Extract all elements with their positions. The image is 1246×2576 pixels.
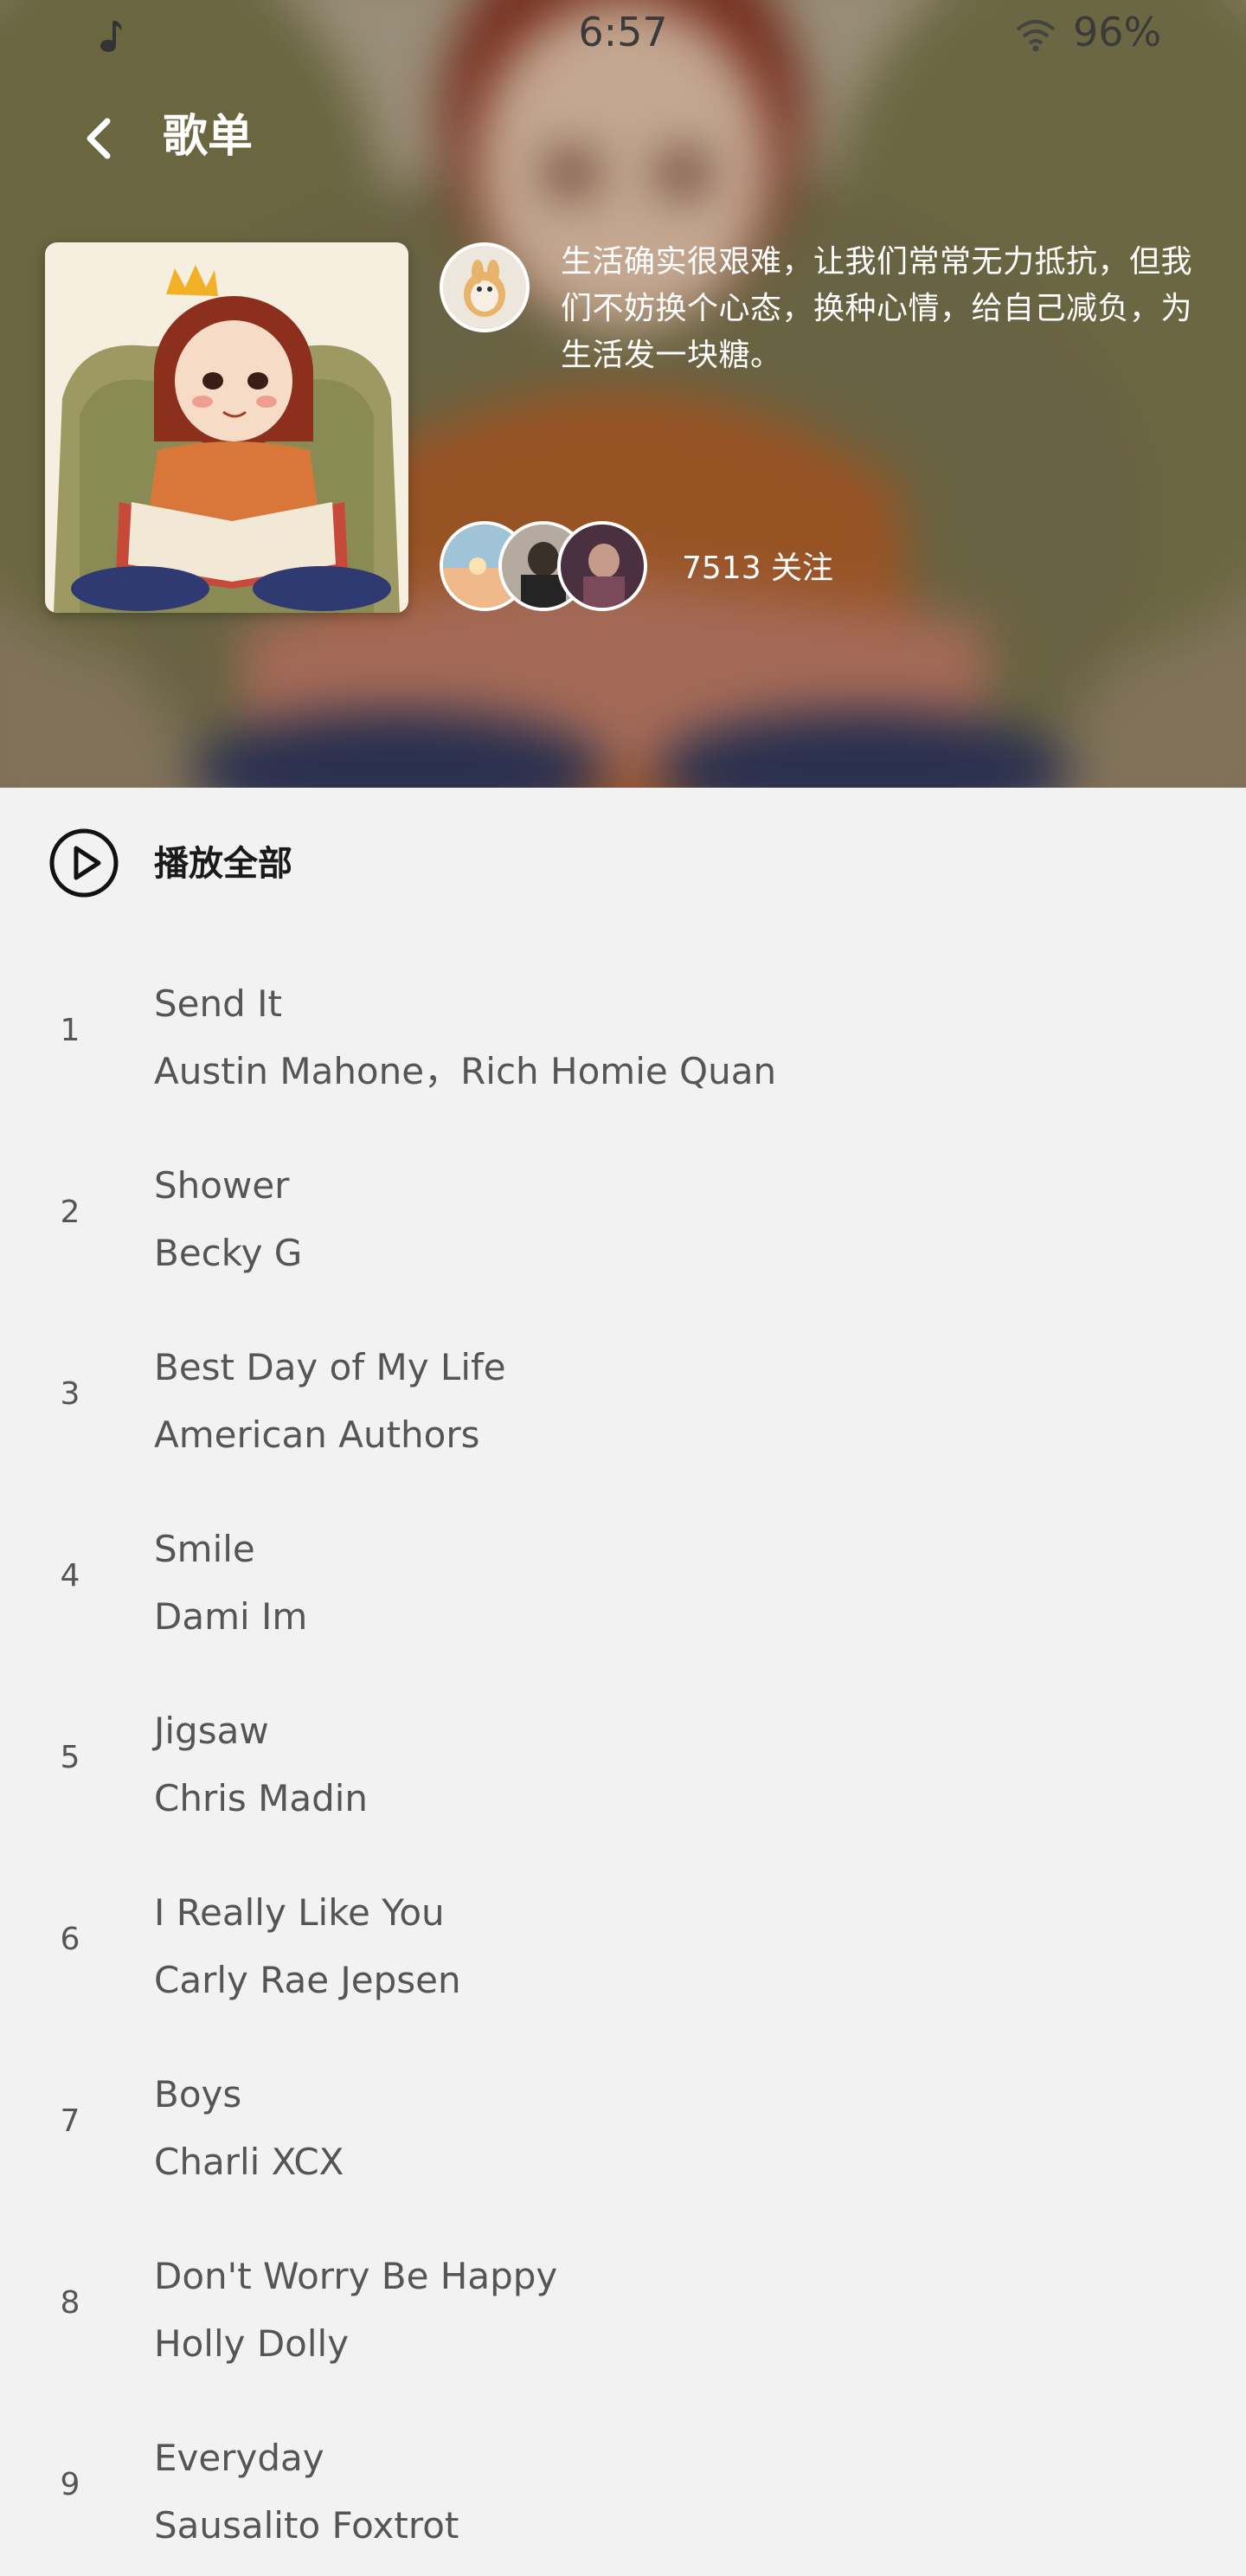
song-title: Send It [154, 982, 282, 1025]
song-row[interactable]: 5 Jigsaw Chris Madin [0, 1667, 1246, 1849]
song-index: 7 [60, 2103, 80, 2139]
song-row[interactable]: 1 Send It Austin Mahone，Rich Homie Quan [0, 940, 1246, 1122]
song-title: Smile [154, 1528, 255, 1570]
song-index: 9 [60, 2467, 80, 2502]
status-bar: 6:57 96% [0, 0, 1246, 73]
song-index: 1 [60, 1013, 80, 1048]
song-title: Jigsaw [154, 1710, 269, 1752]
play-all-label: 播放全部 [154, 844, 292, 884]
cover-illustration [45, 242, 408, 613]
song-row[interactable]: 2 Shower Becky G [0, 1122, 1246, 1304]
song-title: Everyday [154, 2437, 324, 2479]
song-artist: Holly Dolly [154, 2322, 350, 2365]
playlist-cover[interactable] [45, 242, 408, 613]
song-artist: Dami Im [154, 1595, 308, 1638]
song-title: Boys [154, 2073, 242, 2116]
follow-count: 7513 关注 [682, 551, 834, 586]
playlist-description: 生活确实很艰难，让我们常常无力抵抗，但我们不妨换个心态，换种心情，给自己减负，为… [561, 244, 1193, 373]
song-index: 8 [60, 2285, 80, 2321]
song-index: 2 [60, 1195, 80, 1230]
back-button[interactable] [69, 104, 126, 173]
play-circle-icon [49, 828, 119, 898]
song-row[interactable]: 7 Boys Charli XCX [0, 2031, 1246, 2212]
creator-avatar[interactable] [440, 242, 530, 332]
song-row[interactable]: 4 Smile Dami Im [0, 1485, 1246, 1667]
song-title: Shower [154, 1164, 290, 1207]
song-index: 4 [60, 1558, 80, 1594]
status-time: 6:57 [578, 9, 668, 55]
song-row[interactable]: 9 Everyday Sausalito Foxtrot [0, 2394, 1246, 2576]
song-list: 1 Send It Austin Mahone，Rich Homie Quan … [0, 940, 1246, 2576]
song-artist: Chris Madin [154, 1777, 369, 1819]
song-artist: American Authors [154, 1414, 480, 1456]
song-index: 6 [60, 1922, 80, 1957]
song-row[interactable]: 6 I Really Like You Carly Rae Jepsen [0, 1849, 1246, 2031]
song-title: Best Day of My Life [154, 1346, 506, 1388]
song-artist: Charli XCX [154, 2141, 344, 2183]
song-row[interactable]: 8 Don't Worry Be Happy Holly Dolly [0, 2212, 1246, 2394]
battery-percentage: 96% [1073, 9, 1162, 55]
song-artist: Austin Mahone，Rich Homie Quan [154, 1050, 777, 1092]
song-index: 3 [60, 1376, 80, 1412]
follower-avatar [557, 521, 647, 611]
song-artist: Becky G [154, 1232, 303, 1274]
playlist-header: 6:57 96% 歌单 生活确实很艰难，让我们常常无力抵抗，但我们不妨换个心态，… [0, 0, 1246, 788]
song-index: 5 [60, 1740, 80, 1775]
song-title: I Really Like You [154, 1891, 445, 1934]
chevron-left-icon [87, 118, 111, 159]
song-artist: Carly Rae Jepsen [154, 1959, 461, 2001]
song-artist: Sausalito Foxtrot [154, 2504, 459, 2547]
play-all-button[interactable]: 播放全部 [0, 788, 1246, 940]
avatar-image [443, 246, 526, 329]
wifi-icon [1016, 20, 1056, 52]
song-row[interactable]: 3 Best Day of My Life American Authors [0, 1304, 1246, 1485]
page-title: 歌单 [163, 111, 254, 163]
song-title: Don't Worry Be Happy [154, 2255, 558, 2297]
